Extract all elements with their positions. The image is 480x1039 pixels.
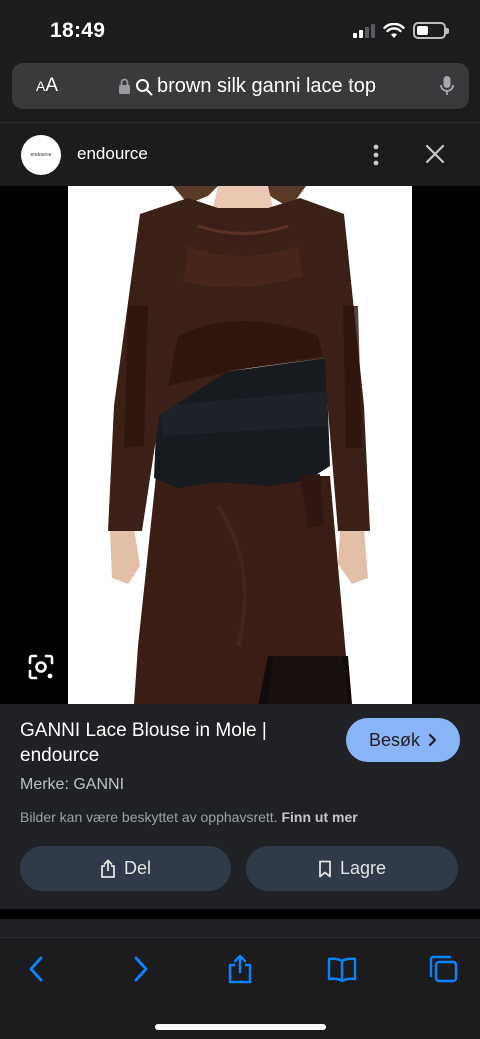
microphone-icon[interactable]	[439, 75, 455, 97]
status-time: 18:49	[50, 19, 106, 42]
book-icon[interactable]	[327, 954, 357, 984]
site-logo[interactable]: endource	[21, 135, 61, 175]
site-name[interactable]: endource	[77, 144, 148, 164]
share-icon	[101, 859, 115, 878]
bookmark-icon	[319, 860, 331, 877]
wifi-icon	[383, 22, 405, 38]
more-vertical-icon[interactable]	[370, 143, 382, 167]
share-page-icon[interactable]	[225, 954, 255, 984]
status-bar: 18:49	[0, 0, 480, 60]
reader-aa-button[interactable]: AA	[36, 75, 58, 97]
next-panel-edge	[0, 919, 480, 937]
aa-small-label: A	[36, 78, 46, 94]
search-query: brown silk ganni lace top	[157, 75, 377, 97]
image-viewer[interactable]	[0, 186, 480, 704]
search-icon	[136, 78, 153, 95]
copyright-text: Bilder kan være beskyttet av opphavsrett…	[20, 809, 278, 825]
visit-button-label: Besøk	[368, 729, 420, 750]
product-info-panel: GANNI Lace Blouse in Mole | endource Bes…	[0, 704, 480, 909]
home-indicator[interactable]	[155, 1024, 326, 1030]
blouse-photo	[68, 186, 412, 704]
visit-button[interactable]: Besøk	[346, 718, 460, 762]
forward-icon[interactable]	[125, 954, 155, 984]
product-title[interactable]: GANNI Lace Blouse in Mole | endource	[20, 718, 330, 768]
divider	[0, 909, 480, 919]
google-lens-icon[interactable]	[26, 652, 56, 682]
brand-line: Merke: GANNI	[20, 776, 125, 793]
status-icons	[353, 22, 449, 39]
share-button[interactable]: Del	[20, 846, 231, 891]
save-button[interactable]: Lagre	[246, 846, 458, 891]
aa-large-label: A	[45, 75, 59, 96]
signal-icon	[353, 23, 375, 38]
save-button-label: Lagre	[339, 858, 387, 878]
url-area[interactable]: brown silk ganni lace top	[118, 75, 376, 98]
battery-icon	[413, 22, 449, 39]
site-header: endource endource	[0, 123, 480, 186]
site-logo-text: endource	[30, 152, 52, 158]
address-bar[interactable]: AA brown silk ganni lace top	[12, 63, 469, 109]
learn-more-link[interactable]: Finn ut mer	[281, 809, 357, 825]
back-icon[interactable]	[22, 954, 52, 984]
browser-toolbar	[0, 937, 480, 1039]
copyright-notice: Bilder kan være beskyttet av opphavsrett…	[20, 809, 358, 825]
close-icon[interactable]	[424, 143, 446, 165]
tabs-icon[interactable]	[428, 954, 458, 984]
chevron-right-icon	[428, 733, 437, 747]
product-image[interactable]	[68, 186, 412, 704]
share-button-label: Del	[123, 858, 151, 878]
lock-icon	[119, 78, 130, 94]
